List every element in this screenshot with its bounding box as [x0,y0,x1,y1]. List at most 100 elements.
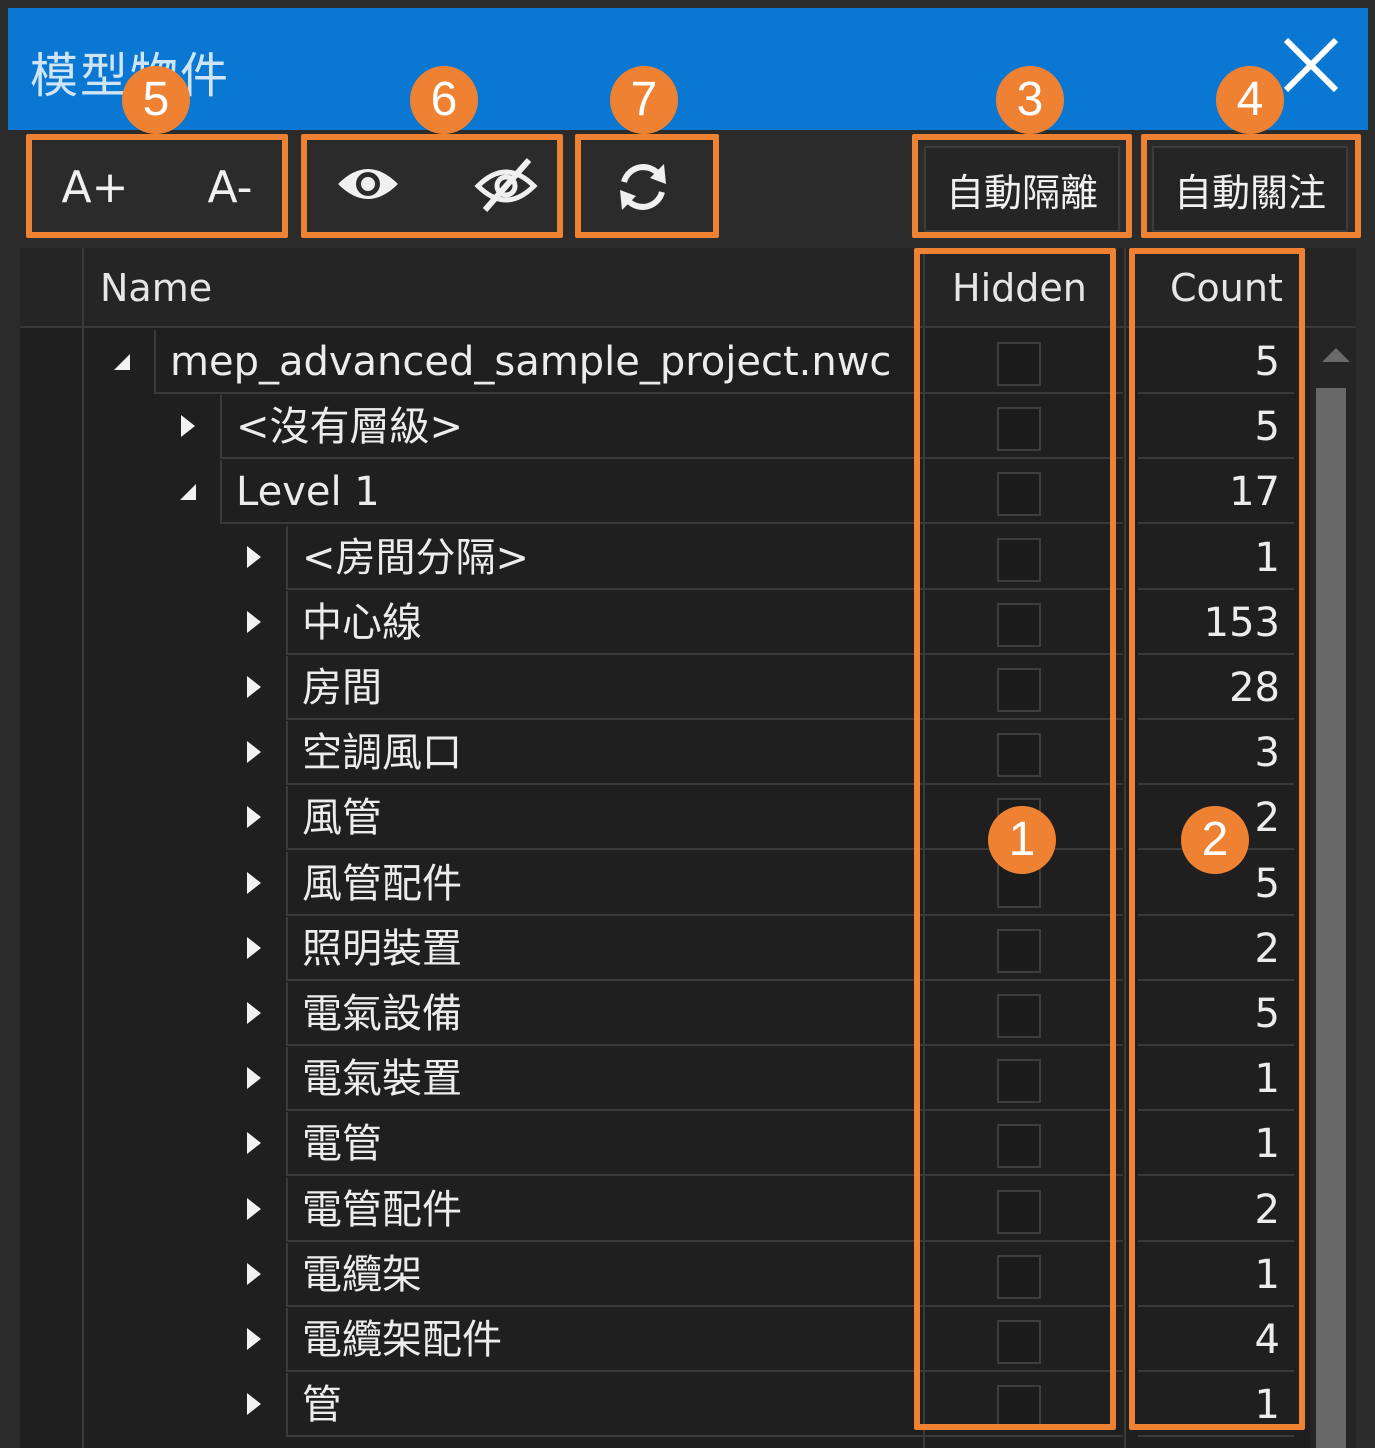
vertical-scrollbar[interactable] [1310,328,1356,1448]
hidden-checkbox[interactable] [997,407,1041,452]
hidden-checkbox[interactable] [997,733,1041,778]
hidden-checkbox[interactable] [997,1124,1041,1169]
row-count: 1 [1254,534,1280,581]
font-increase-button[interactable]: A+ [40,138,150,238]
row-count: 1 [1254,1382,1280,1429]
close-icon[interactable] [1280,34,1342,96]
tree-row[interactable]: 電氣裝置 1 [20,1047,1310,1112]
row-name: Level 1 [236,469,380,516]
hidden-checkbox[interactable] [997,1059,1041,1104]
annotation-badge-4: 4 [1216,66,1284,134]
expand-arrow-icon[interactable] [238,1063,268,1093]
column-header-name[interactable]: Name [100,248,212,328]
row-count: 1 [1254,1056,1280,1103]
expand-arrow-icon[interactable] [238,1259,268,1289]
expand-arrow-icon[interactable] [238,868,268,898]
row-name: 風管 [302,795,382,842]
annotation-badge-2: 2 [1181,806,1249,874]
row-name: 中心線 [302,599,422,646]
tree-row[interactable]: 中心線 153 [20,590,1310,656]
annotation-badge-6: 6 [410,66,478,134]
toolbar: A+ A- 自動隔離 自動關注 [0,130,1375,248]
row-name: 房間 [302,665,382,711]
expand-arrow-icon[interactable] [238,1389,268,1419]
tree-row[interactable]: 房間 28 [20,656,1310,721]
row-name: 管 [302,1382,342,1429]
expand-arrow-icon[interactable] [238,802,268,832]
collapse-arrow-icon[interactable] [172,476,202,506]
row-name: 電氣設備 [302,991,462,1037]
hidden-checkbox[interactable] [997,342,1041,386]
refresh-icon[interactable] [614,158,672,216]
row-count: 2 [1254,925,1280,972]
row-count: 4 [1254,1317,1280,1363]
expand-arrow-icon[interactable] [238,607,268,637]
row-name: 照明裝置 [302,925,462,972]
hidden-checkbox[interactable] [997,1254,1041,1299]
row-name: mep_advanced_sample_project.nwc [170,339,892,385]
expand-arrow-icon[interactable] [172,411,202,441]
tree-row[interactable]: 風管 2 [20,786,1310,851]
expand-arrow-icon[interactable] [238,1128,268,1158]
column-header-count[interactable]: Count [1170,248,1283,328]
row-name: <沒有層級> [236,404,464,451]
scroll-up-icon[interactable] [1322,348,1350,362]
hidden-checkbox[interactable] [997,668,1041,712]
tree-row[interactable]: 照明裝置 2 [20,916,1310,982]
expand-arrow-icon[interactable] [238,672,268,702]
tree-row[interactable]: <房間分隔> 1 [20,525,1310,591]
tree-row[interactable]: Level 1 17 [20,460,1310,525]
row-name: 風管配件 [302,860,462,907]
eye-icon[interactable] [335,160,401,208]
row-count: 28 [1229,665,1280,711]
hidden-checkbox[interactable] [997,602,1041,647]
row-name: 電纜架配件 [302,1317,502,1363]
row-count: 1 [1254,1251,1280,1298]
hidden-checkbox[interactable] [997,928,1041,973]
tree-row[interactable]: 電管配件 2 [20,1177,1310,1243]
row-name-cell [286,1373,923,1438]
tree-row[interactable]: mep_advanced_sample_project.nwc 5 [20,330,1310,395]
hidden-checkbox[interactable] [997,537,1041,582]
tree-row[interactable]: <沒有層級> 5 [20,395,1310,460]
expand-arrow-icon[interactable] [238,1324,268,1354]
expand-arrow-icon[interactable] [238,542,268,572]
auto-isolate-button[interactable]: 自動隔離 [924,146,1120,232]
tree-row[interactable]: 空調風口 3 [20,721,1310,786]
title-bar: 模型物件 [0,0,1375,130]
tree-row[interactable]: 電管 1 [20,1112,1310,1177]
expand-arrow-icon[interactable] [238,1194,268,1224]
eye-off-icon[interactable] [473,156,539,212]
row-name: 電纜架 [302,1251,422,1298]
collapse-arrow-icon[interactable] [106,346,136,376]
expand-arrow-icon[interactable] [238,933,268,963]
tree-row[interactable]: 電纜架配件 4 [20,1308,1310,1373]
row-name: 電管 [302,1121,382,1168]
annotation-badge-7: 7 [610,66,678,134]
scrollbar-thumb[interactable] [1316,388,1346,1448]
row-count: 153 [1203,599,1280,646]
expand-arrow-icon[interactable] [238,998,268,1028]
row-count: 5 [1254,404,1280,451]
model-tree-grid: Name Hidden Count mep_advanced_sample_pr… [20,248,1356,1448]
hidden-checkbox[interactable] [997,472,1041,517]
hidden-checkbox[interactable] [997,1189,1041,1234]
column-header-hidden[interactable]: Hidden [952,248,1087,328]
tree-row[interactable]: 風管配件 5 [20,851,1310,917]
tree-row[interactable]: 電氣設備 5 [20,982,1310,1047]
expand-arrow-icon[interactable] [238,737,268,767]
auto-focus-button[interactable]: 自動關注 [1152,146,1348,232]
annotation-badge-1: 1 [988,806,1056,874]
tree-row[interactable]: 電纜架 1 [20,1242,1310,1308]
row-count: 3 [1254,730,1280,777]
tree-row[interactable]: 管1 [20,1373,1310,1438]
hidden-checkbox[interactable] [997,994,1041,1038]
font-decrease-button[interactable]: A- [180,138,280,238]
row-name: <房間分隔> [302,534,530,581]
row-count: 17 [1229,469,1280,516]
row-name: 電管配件 [302,1186,462,1233]
row-count: 2 [1254,1186,1280,1233]
hidden-checkbox[interactable] [997,1385,1041,1430]
row-count: 5 [1254,991,1280,1037]
hidden-checkbox[interactable] [997,1320,1041,1364]
